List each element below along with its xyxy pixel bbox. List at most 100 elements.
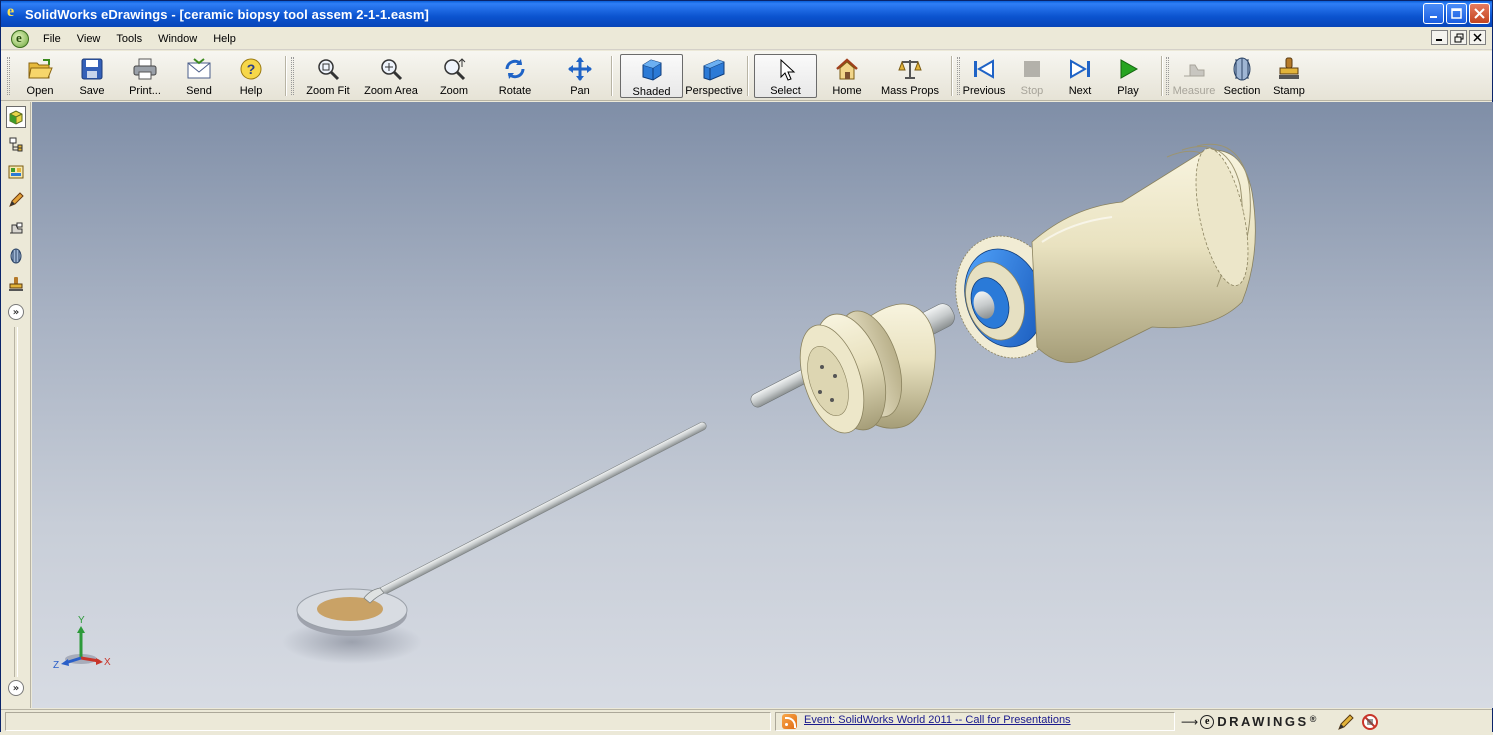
- biopsy-tip-disc[interactable]: [296, 587, 408, 636]
- markup-tab[interactable]: [6, 189, 26, 211]
- open-label: Open: [26, 85, 54, 97]
- section-tab[interactable]: [6, 245, 26, 267]
- save-button[interactable]: Save: [73, 54, 111, 98]
- menu-help[interactable]: Help: [205, 29, 244, 49]
- play-button[interactable]: Play: [1114, 54, 1142, 98]
- model-viewport[interactable]: Y X Z: [32, 102, 1493, 708]
- document-icon[interactable]: e: [11, 29, 29, 48]
- mass-props-button[interactable]: Mass Props: [881, 54, 939, 98]
- stamp-tab[interactable]: [6, 273, 26, 295]
- close-button[interactable]: [1469, 3, 1490, 24]
- parts-tab[interactable]: [6, 161, 26, 183]
- mdi-controls: [1431, 30, 1486, 45]
- menu-bar: e File View Tools Window Help: [1, 28, 1492, 50]
- next-button[interactable]: Next: [1065, 54, 1095, 98]
- measure-tab-icon: [10, 222, 23, 234]
- help-button[interactable]: ? Help: [233, 54, 269, 98]
- pan-button[interactable]: Pan: [565, 54, 595, 98]
- select-arrow-icon: [773, 57, 799, 82]
- select-label: Select: [770, 85, 801, 97]
- brand-wordmark: DRAWINGS: [1217, 714, 1309, 729]
- measure-button[interactable]: Measure: [1172, 54, 1216, 98]
- probe-shaft[interactable]: [375, 421, 707, 598]
- measure-tab[interactable]: [6, 217, 26, 239]
- play-icon: [1115, 56, 1141, 82]
- edrawings-e-icon[interactable]: e: [5, 3, 21, 22]
- menu-view[interactable]: View: [69, 29, 109, 49]
- toolbar-separator: [951, 56, 953, 96]
- pan-label: Pan: [570, 85, 590, 97]
- print-label: Print...: [129, 85, 161, 97]
- shaded-button[interactable]: Shaded: [620, 54, 683, 98]
- status-message-panel: [5, 712, 771, 731]
- stop-label: Stop: [1020, 85, 1044, 97]
- parts-icon: [8, 165, 24, 179]
- section-icon: [1229, 56, 1255, 82]
- home-button[interactable]: Home: [829, 54, 865, 98]
- measure-icon: [1181, 56, 1207, 82]
- mass-props-label: Mass Props: [880, 85, 940, 97]
- handle-body[interactable]: [1031, 143, 1258, 363]
- select-button[interactable]: Select: [754, 54, 817, 98]
- maximize-button[interactable]: [1446, 3, 1467, 24]
- rotate-button[interactable]: Rotate: [495, 54, 535, 98]
- no-markup-icon[interactable]: [1361, 713, 1379, 731]
- status-bar: Event: SolidWorks World 2011 -- Call for…: [1, 709, 1492, 732]
- menu-file[interactable]: File: [35, 29, 69, 49]
- toolbar-grip[interactable]: [1166, 57, 1169, 95]
- stop-button[interactable]: Stop: [1017, 54, 1047, 98]
- print-button[interactable]: Print...: [123, 54, 167, 98]
- rotate-icon: [502, 56, 528, 82]
- arrow-right-icon: ⟶: [1181, 714, 1199, 729]
- send-button[interactable]: Send: [179, 54, 219, 98]
- expand-panel-button[interactable]: »: [8, 304, 24, 320]
- zoom-fit-button[interactable]: Zoom Fit: [303, 54, 353, 98]
- pencil-icon[interactable]: [1337, 713, 1355, 731]
- mdi-minimize-button[interactable]: [1431, 30, 1448, 45]
- triad-x-label: X: [104, 657, 111, 668]
- components-tab[interactable]: [6, 106, 26, 128]
- title-bar[interactable]: e SolidWorks eDrawings - [ceramic biopsy…: [1, 1, 1492, 27]
- send-label: Send: [186, 85, 212, 97]
- open-button[interactable]: Open: [21, 54, 59, 98]
- next-icon: [1067, 56, 1093, 82]
- event-news-link[interactable]: Event: SolidWorks World 2011 -- Call for…: [804, 714, 1071, 726]
- previous-icon: [971, 56, 997, 82]
- toolbar-grip[interactable]: [291, 57, 294, 95]
- expand-bottom-button[interactable]: »: [8, 680, 24, 696]
- toolbar-grip[interactable]: [957, 57, 960, 95]
- toolbar-separator: [1161, 56, 1163, 96]
- edrawings-brand[interactable]: ⟶ e DRAWINGS ®: [1181, 712, 1316, 731]
- biopsy-tool-model[interactable]: Y X Z: [32, 102, 1493, 708]
- pan-arrows-icon: [567, 56, 593, 82]
- zoom-icon: [441, 56, 467, 82]
- rss-feed-icon[interactable]: [782, 714, 797, 729]
- app-window: e SolidWorks eDrawings - [ceramic biopsy…: [0, 0, 1493, 732]
- floppy-disk-icon: [79, 56, 105, 82]
- toolbar-separator: [611, 56, 613, 96]
- zoom-area-icon: [378, 56, 404, 82]
- scale-balance-icon: [897, 56, 923, 82]
- zoom-area-button[interactable]: Zoom Area: [363, 54, 419, 98]
- stamp-button[interactable]: Stamp: [1272, 54, 1306, 98]
- mdi-restore-button[interactable]: [1450, 30, 1467, 45]
- front-spool[interactable]: [788, 303, 936, 441]
- configurations-tab[interactable]: [6, 133, 26, 155]
- previous-button[interactable]: Previous: [963, 54, 1005, 98]
- svg-text:?: ?: [247, 61, 256, 77]
- close-icon: [1470, 4, 1489, 23]
- menu-tools[interactable]: Tools: [108, 29, 150, 49]
- main-toolbar: Open Save Print... Send ? Help Zoom Fit …: [1, 51, 1492, 101]
- zoom-label: Zoom: [439, 85, 469, 97]
- help-question-icon: ?: [238, 56, 264, 82]
- minimize-button[interactable]: [1423, 3, 1444, 24]
- toolbar-grip[interactable]: [7, 57, 10, 95]
- mdi-close-button[interactable]: [1469, 30, 1486, 45]
- menu-window[interactable]: Window: [150, 29, 205, 49]
- section-button[interactable]: Section: [1223, 54, 1261, 98]
- section-tab-icon: [10, 248, 22, 264]
- perspective-button[interactable]: Perspective: [684, 54, 744, 98]
- help-label: Help: [239, 85, 263, 97]
- zoom-button[interactable]: Zoom: [437, 54, 471, 98]
- perspective-box-icon: [701, 56, 727, 82]
